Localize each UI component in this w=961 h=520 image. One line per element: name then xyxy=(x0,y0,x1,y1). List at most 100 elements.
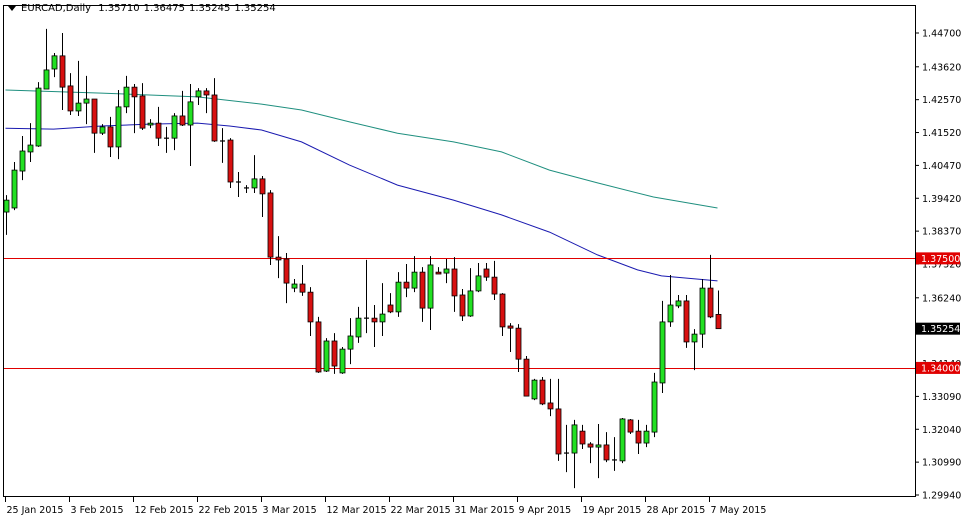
price-tick-label: 1.41520 xyxy=(922,128,961,139)
candle-body-bear xyxy=(451,268,458,297)
chart-header: EURCAD,Daily 1.35710 1.36475 1.35245 1.3525… xyxy=(8,3,280,14)
candle-body-bear xyxy=(403,281,410,289)
candle-body-bull xyxy=(699,287,706,335)
candle-body-bear xyxy=(683,300,690,343)
candle-body-bull xyxy=(123,86,130,108)
candle xyxy=(531,378,538,401)
candle-body-bear xyxy=(67,85,74,112)
candle-body-bull xyxy=(395,281,402,313)
candle-body-bear xyxy=(587,443,594,448)
candle-body-bear xyxy=(635,430,642,444)
candle-body-bear xyxy=(107,126,114,148)
candle-body-bull xyxy=(27,144,34,153)
candle-body-bull xyxy=(19,150,26,172)
candle xyxy=(651,372,658,438)
candle-body-bear xyxy=(331,340,338,367)
candle-body-bull xyxy=(187,101,194,126)
candle-body-bear xyxy=(371,317,378,323)
candle-body-bull xyxy=(467,290,474,317)
candle-body-bear xyxy=(419,271,426,309)
candle-body-bull xyxy=(643,430,650,444)
time-tick-label: 7 May 2015 xyxy=(711,505,767,516)
price-axis[interactable]: 1.44700 1.43620 1.42570 1.41520 1.40470 1.394… xyxy=(915,29,961,502)
candle-body-bear xyxy=(715,313,722,330)
candle-body-bull xyxy=(251,178,258,189)
candle-body-bull xyxy=(659,321,666,384)
candle-body-bull xyxy=(531,379,538,400)
candle-body-bear xyxy=(603,444,610,461)
candle xyxy=(539,376,546,406)
candle-body-bull xyxy=(291,283,298,289)
candle-body-bull xyxy=(411,271,418,289)
time-tick-label: 12 Mar 2015 xyxy=(327,505,387,516)
candle-body-bear xyxy=(315,321,322,373)
candlestick-chart[interactable]: 1.44700 1.43620 1.42570 1.41520 1.40470 1.394… xyxy=(0,0,961,520)
time-tick-label: 9 Apr 2015 xyxy=(519,505,572,516)
candle-body-bear xyxy=(203,90,210,96)
level-price-label: 1.37500 xyxy=(921,254,960,265)
candle-body-bull xyxy=(443,268,450,274)
candle-body-bull xyxy=(35,87,42,147)
candle-body-bull xyxy=(619,418,626,462)
current-price-label: 1.35254 xyxy=(921,324,960,335)
candle-body-bull xyxy=(43,69,50,90)
level-price-label: 1.34000 xyxy=(921,363,960,374)
candle-body-bear xyxy=(91,98,98,134)
price-tick-label: 1.36240 xyxy=(922,293,961,304)
candle-body-bull xyxy=(675,300,682,307)
candle-body-bear xyxy=(555,408,562,455)
candle-body-bear xyxy=(307,291,314,323)
candle-body-bull xyxy=(571,424,578,454)
candle-body-bull xyxy=(83,98,90,104)
price-tick-label: 1.33090 xyxy=(922,392,961,403)
price-tick-label: 1.32040 xyxy=(922,425,961,436)
candle-body-bull xyxy=(115,106,122,148)
candle xyxy=(619,418,626,464)
open-value: 1.35710 xyxy=(98,3,140,14)
candle-body-bear xyxy=(707,287,714,318)
candle xyxy=(315,316,322,373)
candle-body-bull xyxy=(51,55,58,70)
price-tick-label: 1.30990 xyxy=(922,458,961,469)
candle xyxy=(35,82,42,147)
candle xyxy=(683,294,690,348)
candle-body-bear xyxy=(275,256,282,261)
candle-body-bear xyxy=(59,55,66,88)
candle-body-bear xyxy=(179,115,186,126)
price-tick-label: 1.38370 xyxy=(922,227,961,238)
candle-body-bull xyxy=(427,264,434,309)
candle-body-bear xyxy=(387,304,394,313)
time-tick-label: 12 Feb 2015 xyxy=(135,505,194,516)
candle-body-bear xyxy=(499,293,506,328)
candle-body-bull xyxy=(195,90,202,98)
candle xyxy=(627,418,634,434)
candle-body-bear xyxy=(627,419,634,433)
candle-body-bull xyxy=(475,275,482,292)
candle-body-bull xyxy=(75,102,82,112)
candle-body-bull xyxy=(651,381,658,433)
candle-body-bear xyxy=(579,430,586,445)
price-tick-label: 1.42570 xyxy=(922,95,961,106)
time-tick-label: 31 Mar 2015 xyxy=(455,505,515,516)
candle-body-bear xyxy=(155,122,162,139)
candle-body-bull xyxy=(691,333,698,343)
time-tick-label: 22 Feb 2015 xyxy=(199,505,258,516)
low-value: 1.35245 xyxy=(189,3,231,14)
candle-body-bear xyxy=(211,94,218,142)
close-value: 1.35254 xyxy=(234,3,276,14)
candle-body-bull xyxy=(11,169,18,209)
dropdown-triangle-icon[interactable] xyxy=(8,5,16,11)
price-tick-label: 1.44700 xyxy=(922,29,961,40)
candle-body-bear xyxy=(459,294,466,317)
time-tick-label: 19 Apr 2015 xyxy=(583,505,642,516)
candle xyxy=(227,138,234,188)
candle-body-bull xyxy=(355,317,362,338)
candle-body-bull xyxy=(171,115,178,139)
time-tick-label: 3 Mar 2015 xyxy=(263,505,317,516)
candle-body-bear xyxy=(227,139,234,183)
high-value: 1.36475 xyxy=(143,3,185,14)
candle-body-bear xyxy=(267,192,274,258)
candle-body-bear xyxy=(523,358,530,397)
time-tick-label: 22 Mar 2015 xyxy=(391,505,451,516)
candle-body-bull xyxy=(595,444,602,448)
